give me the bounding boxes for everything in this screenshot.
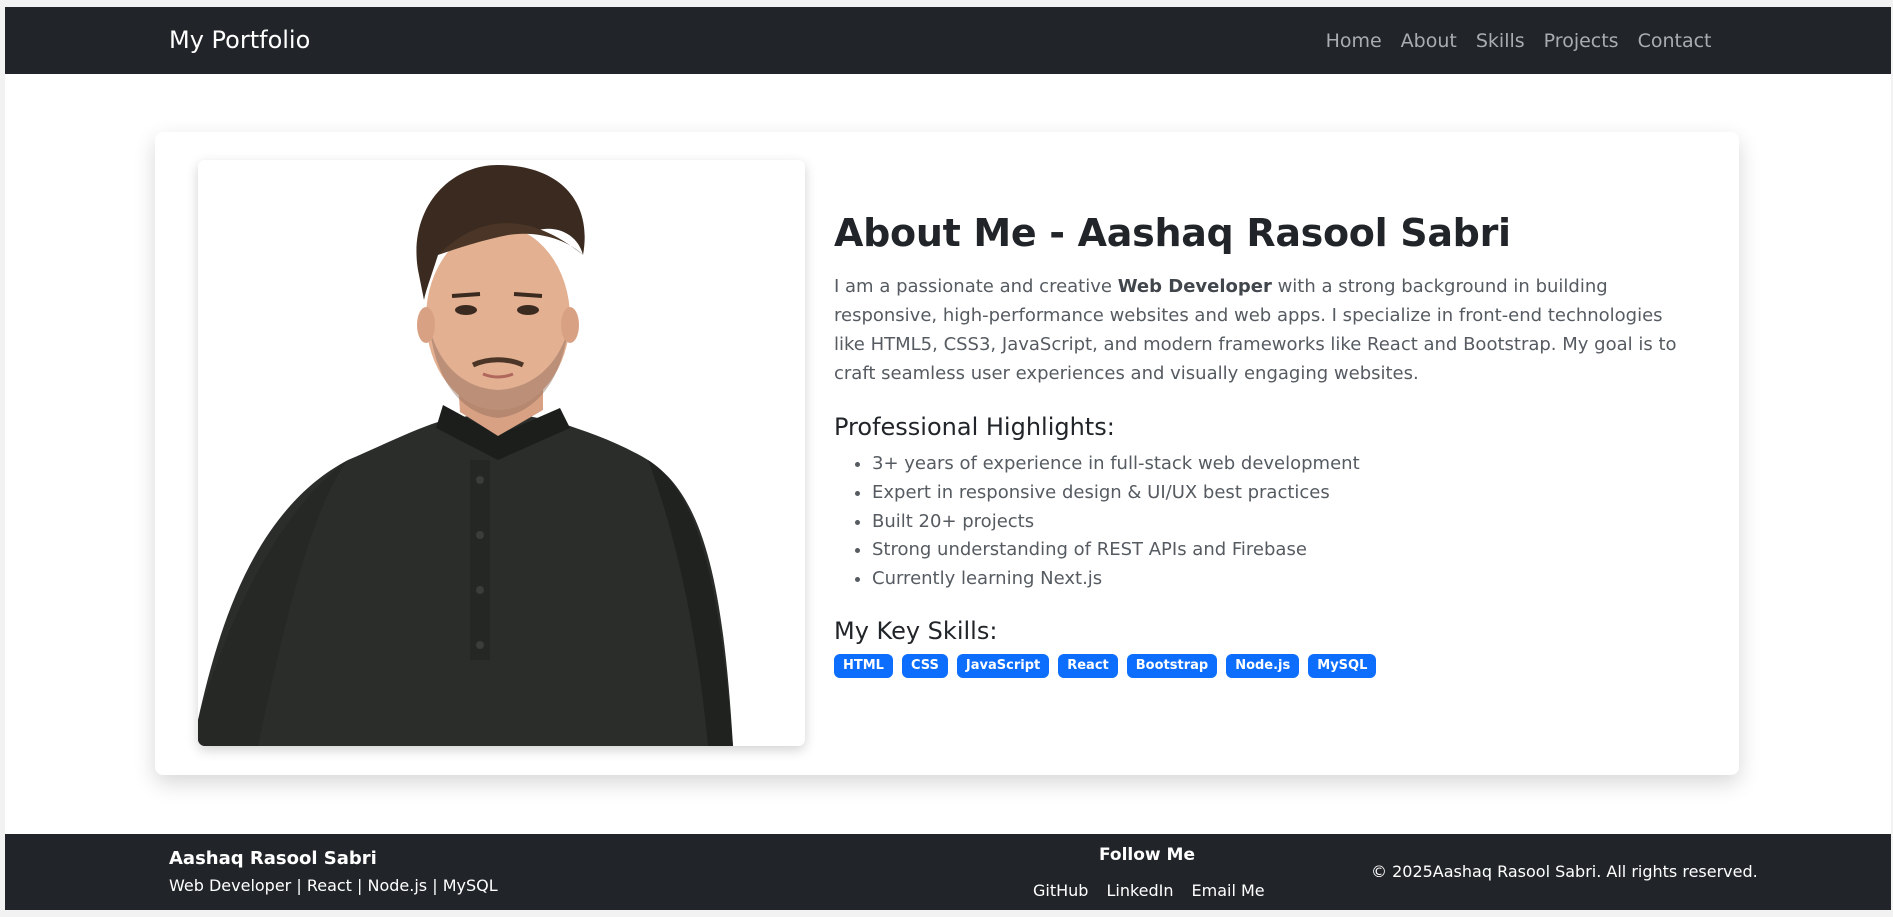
about-title: About Me - Aashaq Rasool Sabri — [834, 211, 1511, 255]
email-link[interactable]: Email Me — [1183, 881, 1274, 901]
person-portrait-image — [198, 160, 805, 746]
footer-follow-title: Follow Me — [1099, 845, 1196, 865]
about-intro: I am a passionate and creative Web Devel… — [834, 272, 1684, 388]
profile-photo — [198, 160, 805, 746]
nav-link-contact[interactable]: Contact — [1628, 29, 1721, 53]
nav-link-home[interactable]: Home — [1316, 29, 1391, 53]
skill-badge: HTML — [834, 653, 893, 678]
about-content: About Me - Aashaq Rasool Sabri I am a pa… — [834, 210, 1694, 678]
footer-copyright: © 2025Aashaq Rasool Sabri. All rights re… — [1371, 862, 1758, 881]
highlight-item: Currently learning Next.js — [872, 565, 1694, 594]
skills-badges: HTML CSS JavaScript React Bootstrap Node… — [834, 653, 1694, 678]
skills-title: My Key Skills: — [834, 616, 998, 645]
skill-badge: CSS — [901, 653, 948, 678]
nav-link-skills[interactable]: Skills — [1466, 29, 1534, 53]
github-link[interactable]: GitHub — [1033, 881, 1097, 901]
browser-top-strip — [0, 0, 1893, 7]
highlight-item: Expert in responsive design & UI/UX best… — [872, 479, 1694, 508]
skill-badge: JavaScript — [956, 653, 1050, 678]
linkedin-link[interactable]: LinkedIn — [1097, 881, 1182, 901]
highlight-item: Strong understanding of REST APIs and Fi… — [872, 536, 1694, 565]
skill-badge: Bootstrap — [1126, 653, 1218, 678]
intro-role-bold: Web Developer — [1117, 276, 1272, 297]
skill-badge: React — [1058, 653, 1118, 678]
footer: Aashaq Rasool Sabri Web Developer | Reac… — [5, 834, 1891, 910]
brand-logo[interactable]: My Portfolio — [169, 26, 310, 54]
skill-badge: Node.js — [1226, 653, 1300, 678]
nav-links: Home About Skills Projects Contact — [1316, 29, 1721, 53]
intro-text-start: I am a passionate and creative — [834, 276, 1118, 297]
nav-link-about[interactable]: About — [1391, 29, 1466, 53]
highlight-item: Built 20+ projects — [872, 508, 1694, 537]
footer-social-links: GitHub LinkedIn Email Me — [1033, 881, 1274, 901]
footer-subtitle: Web Developer | React | Node.js | MySQL — [169, 876, 498, 895]
highlight-item: 3+ years of experience in full-stack web… — [872, 450, 1694, 479]
skill-badge: MySQL — [1308, 653, 1377, 678]
navbar: My Portfolio Home About Skills Projects … — [5, 7, 1891, 74]
highlights-title: Professional Highlights: — [834, 413, 1115, 441]
nav-link-projects[interactable]: Projects — [1534, 29, 1628, 53]
footer-name: Aashaq Rasool Sabri — [169, 848, 377, 869]
page: My Portfolio Home About Skills Projects … — [5, 7, 1891, 910]
highlights-list: 3+ years of experience in full-stack web… — [834, 450, 1694, 594]
about-card: About Me - Aashaq Rasool Sabri I am a pa… — [155, 132, 1739, 775]
